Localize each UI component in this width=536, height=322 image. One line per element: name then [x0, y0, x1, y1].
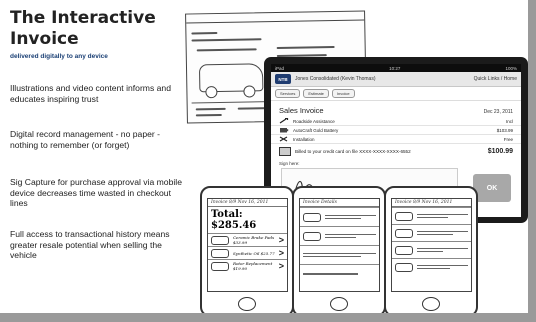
part-icon	[395, 228, 413, 238]
phone-row[interactable]	[300, 245, 379, 264]
phone-screen: Invoice 8/9 Nov 16, 2011	[391, 198, 472, 292]
part-icon	[395, 262, 413, 272]
tab-invoice[interactable]: Invoice	[331, 89, 355, 98]
part-icon	[395, 211, 413, 221]
phone-header: Invoice 8/9 Nov 16, 2011	[208, 199, 287, 207]
part-icon	[211, 248, 229, 258]
signature-label: Sign here:	[279, 161, 300, 166]
wrench-icon	[279, 118, 289, 124]
row-scribble	[417, 212, 468, 220]
phone-row[interactable]	[392, 207, 471, 224]
phone-row[interactable]	[300, 207, 379, 226]
phone-header: Invoice 8/9 Nov 16, 2011	[392, 199, 471, 207]
row-scribble	[303, 272, 376, 277]
row-scribble	[417, 263, 468, 271]
line-item-price: Incl	[505, 118, 513, 124]
line-item-name: Installation	[293, 136, 315, 142]
brand-logo: NTB	[275, 74, 291, 84]
invoice-title: Sales Invoice	[279, 106, 324, 115]
customer-name: Jones Consolidated (Kevin Thomas)	[295, 76, 376, 82]
phone-row[interactable]: Synthetic Oil $25.77 >	[208, 246, 287, 259]
chevron-right-icon: >	[278, 235, 284, 245]
chevron-right-icon: >	[278, 261, 284, 271]
line-item[interactable]: AutoCraft Gold Battery $103.99	[271, 126, 521, 135]
billing-note: Billed to your credit card on file XXXX-…	[295, 149, 411, 154]
row-text: Synthetic Oil $25.77	[233, 250, 275, 256]
tab-estimate[interactable]: Estimate	[303, 89, 329, 98]
phone-screen: Invoice 8/9 Nov 16, 2011 Total: $285.46 …	[207, 198, 288, 292]
phone-row[interactable]	[300, 226, 379, 245]
invoice-header: Sales Invoice Dec 23, 2011	[271, 101, 521, 117]
row-scribble	[417, 246, 468, 254]
slide-shadow-bottom	[0, 313, 536, 322]
line-item-name: Roadside Assistance	[293, 118, 335, 124]
credit-card-icon	[279, 147, 291, 156]
status-battery: 100%	[505, 65, 517, 71]
slide-subtitle: delivered digitally to any device	[10, 53, 108, 60]
home-button[interactable]	[330, 297, 348, 311]
line-item-price: $103.99	[496, 127, 513, 133]
phone-sketch-right: Invoice 8/9 Nov 16, 2011	[384, 186, 478, 313]
app-header: NTB Jones Consolidated (Kevin Thomas) Qu…	[271, 72, 521, 87]
slide-shadow-right	[528, 0, 536, 322]
phone-sketch-left: Invoice 8/9 Nov 16, 2011 Total: $285.46 …	[200, 186, 294, 313]
battery-icon	[280, 128, 289, 133]
row-scribble	[417, 229, 468, 237]
row-scribble	[303, 251, 376, 259]
bullet-1: Illustrations and video content informs …	[10, 83, 171, 104]
quick-links-menu[interactable]: Quick Links / Home	[474, 76, 517, 82]
part-icon	[211, 261, 229, 271]
phone-total: Total: $285.46	[211, 209, 257, 231]
phone-row[interactable]: Rotor Replacement $19.90 >	[208, 259, 287, 272]
phone-header: Invoice Details	[300, 199, 379, 207]
bullet-2: Digital record management - no paper - n…	[10, 129, 160, 150]
phone-row[interactable]	[392, 224, 471, 241]
invoice-total-row: Billed to your credit card on file XXXX-…	[271, 144, 521, 159]
slide-title: The Interactive Invoice	[10, 8, 156, 49]
status-carrier: iPad	[275, 65, 285, 71]
tab-services[interactable]: Services	[275, 89, 301, 98]
status-time: 10:27	[389, 65, 401, 71]
line-item[interactable]: Roadside Assistance Incl	[271, 117, 521, 126]
row-scribble	[325, 213, 376, 221]
invoice-total: $100.99	[487, 148, 513, 155]
line-item[interactable]: Installation Free	[271, 135, 521, 144]
home-button[interactable]	[238, 297, 256, 311]
invoice-date: Dec 23, 2011	[483, 109, 513, 115]
phone-sketch-middle: Invoice Details	[292, 186, 386, 313]
row-text: Rotor Replacement $19.90	[233, 261, 273, 271]
part-icon	[395, 245, 413, 255]
line-item-name: AutoCraft Gold Battery	[293, 127, 339, 133]
phone-row[interactable]: Ceramic Brake Pads $33.99 >	[208, 233, 287, 246]
part-icon	[211, 235, 229, 245]
part-icon	[303, 212, 321, 222]
bullet-3: Sig Capture for purchase approval via mo…	[10, 177, 182, 208]
row-scribble	[325, 232, 376, 240]
slide: The Interactive Invoice delivered digita…	[0, 0, 528, 313]
ok-button[interactable]: OK	[473, 174, 511, 202]
line-item-price: Free	[503, 136, 513, 142]
phone-row[interactable]	[300, 264, 379, 283]
bullet-4: Full access to transactional history mea…	[10, 229, 170, 260]
tab-bar: Services Estimate Invoice	[271, 87, 521, 101]
row-text: Ceramic Brake Pads $33.99	[233, 235, 275, 245]
chevron-right-icon: >	[278, 248, 284, 258]
part-icon	[303, 231, 321, 241]
tools-icon	[279, 136, 288, 142]
status-bar: iPad 10:27 100%	[271, 64, 521, 72]
phone-row[interactable]	[392, 241, 471, 258]
phone-row[interactable]	[392, 258, 471, 275]
home-button[interactable]	[422, 297, 440, 311]
phone-screen: Invoice Details	[299, 198, 380, 292]
